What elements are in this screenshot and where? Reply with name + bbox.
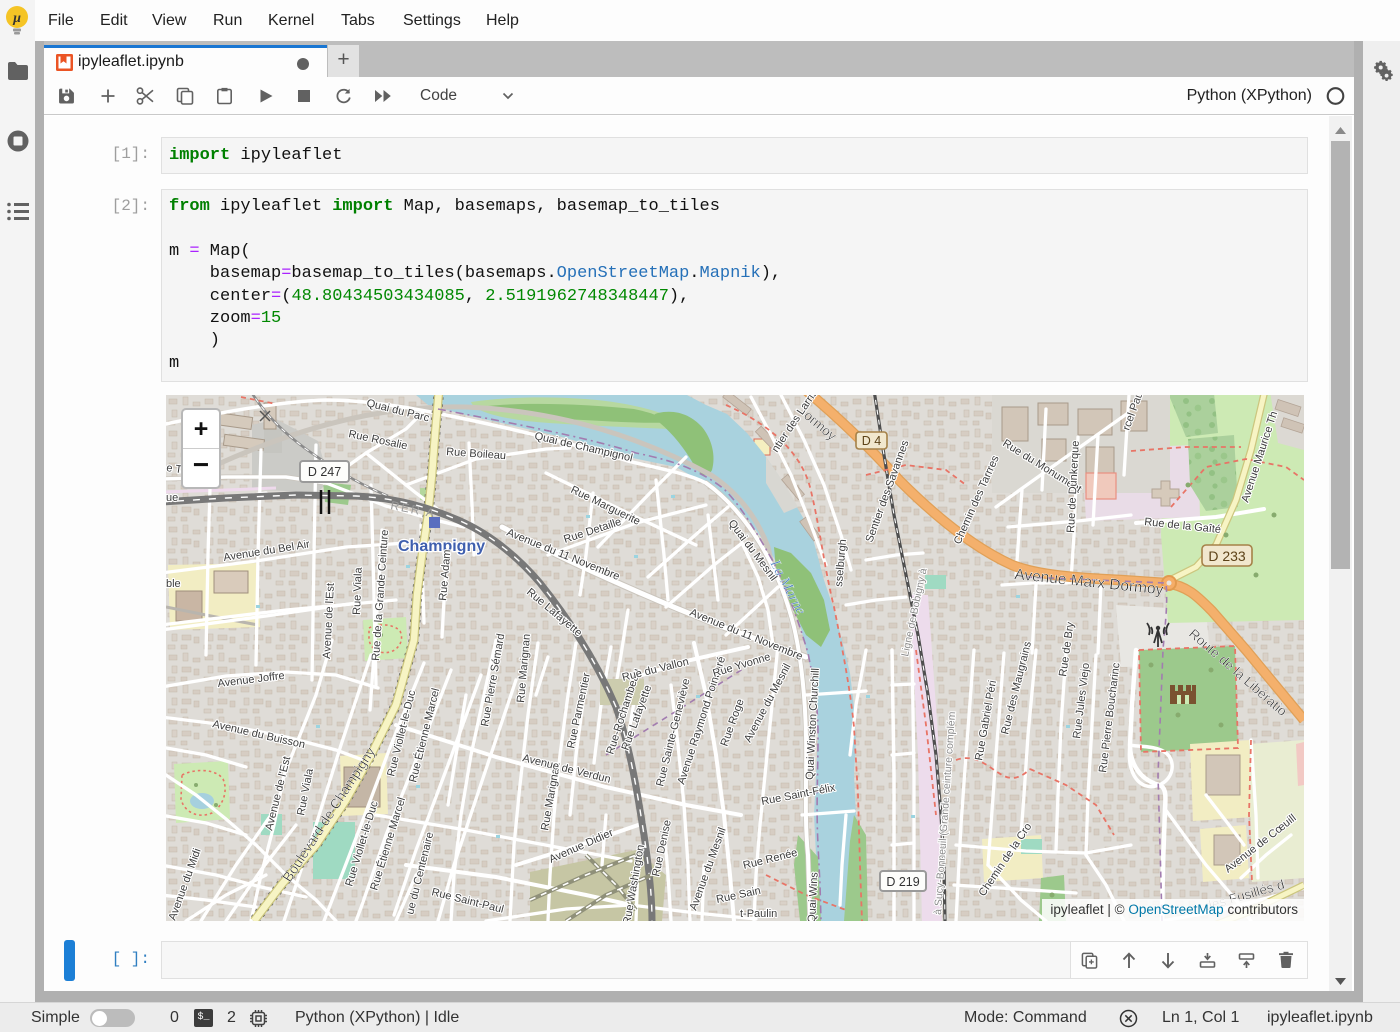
svg-text:D 4: D 4	[862, 434, 882, 448]
svg-text:Quai Wins: Quai Wins	[806, 871, 821, 921]
svg-text:D 247: D 247	[308, 465, 341, 479]
svg-text:ble: ble	[166, 578, 181, 590]
svg-text:ue: ue	[166, 492, 178, 504]
svg-text:Rue Viala: Rue Viala	[351, 566, 365, 615]
svg-text:D 233: D 233	[1208, 548, 1246, 564]
svg-text:µ: µ	[12, 11, 21, 26]
svg-text:t-Paulin: t-Paulin	[740, 908, 777, 920]
svg-text:D 219: D 219	[886, 875, 919, 889]
